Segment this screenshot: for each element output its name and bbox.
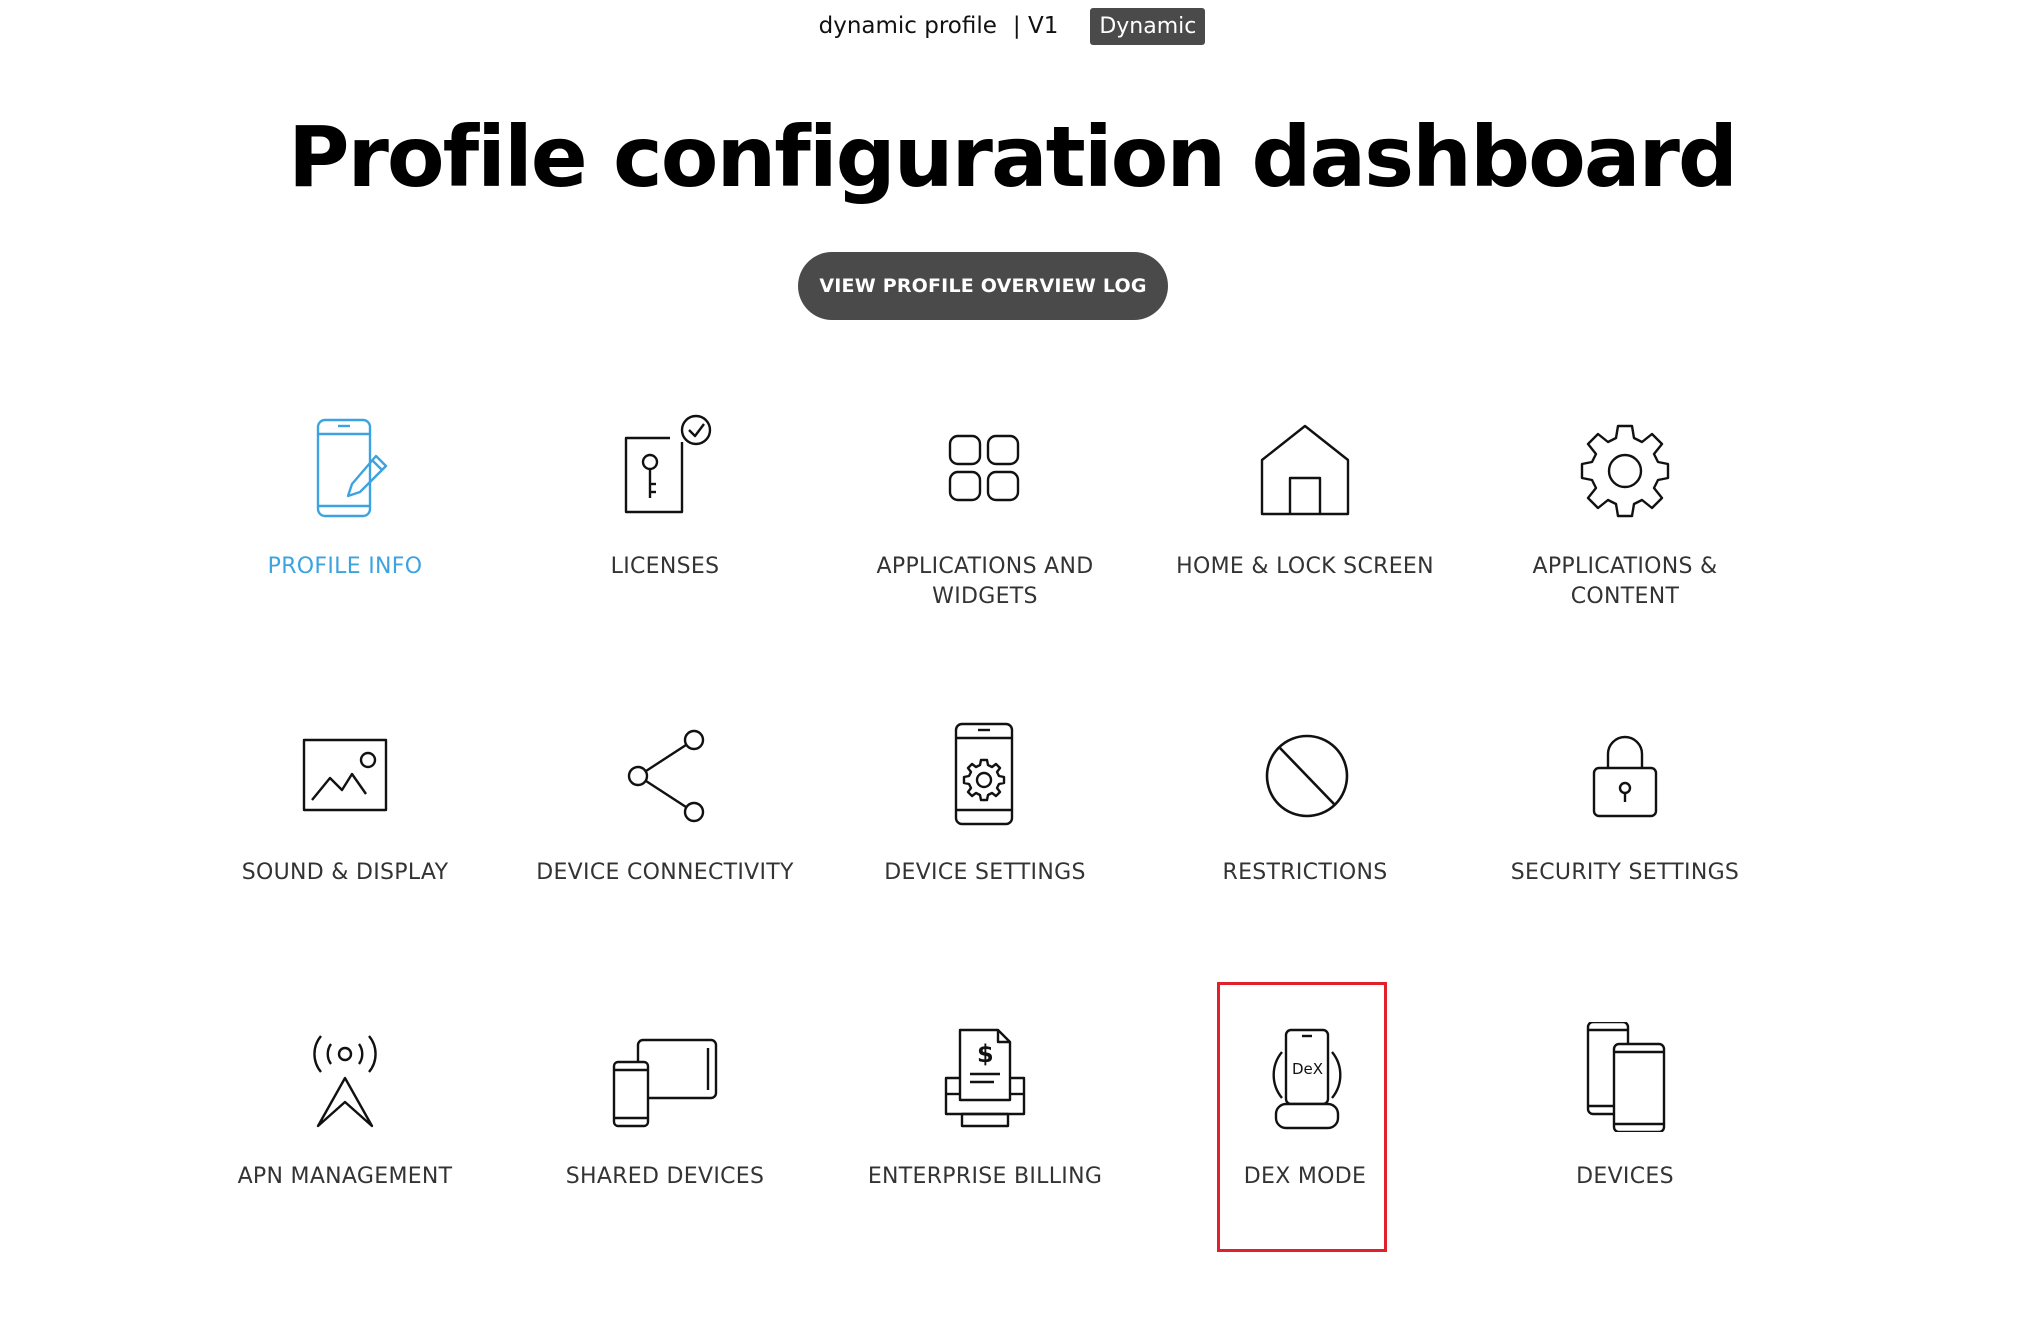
lock-icon xyxy=(1592,735,1658,818)
profile-name: dynamic profile xyxy=(818,13,997,39)
antenna-icon xyxy=(313,1035,377,1128)
tile-restrictions[interactable]: RESTRICTIONS xyxy=(1155,718,1455,888)
tile-label: DEVICES xyxy=(1576,1164,1674,1189)
tile-profile-info[interactable]: PROFILE INFO xyxy=(195,412,495,582)
tile-label: SECURITY SETTINGS xyxy=(1510,860,1740,885)
tile-home-lock-screen[interactable]: HOME & LOCK SCREEN xyxy=(1155,412,1455,582)
apps-grid-icon xyxy=(948,434,1020,502)
license-key-icon xyxy=(624,414,712,514)
tile-device-connectivity[interactable]: DEVICE CONNECTIVITY xyxy=(515,718,815,888)
devices-icon xyxy=(1586,1022,1666,1132)
tile-label: SOUND & DISPLAY xyxy=(241,860,449,885)
tile-shared-devices[interactable]: SHARED DEVICES xyxy=(515,1022,815,1192)
tile-device-settings[interactable]: DEVICE SETTINGS xyxy=(835,718,1135,888)
phone-edit-icon xyxy=(316,418,388,518)
tile-label: DEVICE CONNECTIVITY xyxy=(536,860,794,885)
home-icon xyxy=(1260,424,1350,516)
tile-label: DEVICE SETTINGS xyxy=(884,860,1086,885)
tile-label: SHARED DEVICES xyxy=(565,1164,765,1189)
selection-highlight xyxy=(1217,982,1387,1252)
tile-label: LICENSES xyxy=(610,554,720,579)
tile-label: HOME & LOCK SCREEN xyxy=(1176,554,1434,579)
tile-enterprise-billing[interactable]: $ ENTERPRISE BILLING xyxy=(835,1022,1135,1192)
tile-sound-display[interactable]: SOUND & DISPLAY xyxy=(195,718,495,888)
tile-label: APN MANAGEMENT xyxy=(237,1164,453,1189)
page-title: Profile configuration dashboard xyxy=(287,108,1738,206)
tile-label: APPLICATIONS & CONTENT xyxy=(1532,554,1718,609)
tile-applications-content[interactable]: APPLICATIONS & CONTENT xyxy=(1475,412,1775,612)
profile-type-badge: Dynamic xyxy=(1090,7,1206,45)
share-icon xyxy=(627,729,705,823)
tile-label: ENTERPRISE BILLING xyxy=(867,1164,1103,1189)
gear-icon xyxy=(1580,424,1670,518)
billing-icon: $ xyxy=(944,1028,1026,1128)
tile-applications-and-widgets[interactable]: APPLICATIONS AND WIDGETS xyxy=(835,412,1135,612)
view-profile-overview-log-button[interactable]: VIEW PROFILE OVERVIEW LOG xyxy=(798,252,1168,320)
phone-settings-icon xyxy=(954,722,1014,826)
tile-devices[interactable]: DEVICES xyxy=(1475,1022,1775,1192)
profile-version: | V1 xyxy=(1012,13,1059,39)
tile-label: APPLICATIONS AND WIDGETS xyxy=(876,554,1094,609)
svg-text:$: $ xyxy=(977,1040,994,1068)
image-icon xyxy=(302,738,388,812)
tile-security-settings[interactable]: SECURITY SETTINGS xyxy=(1475,718,1775,888)
tile-apn-management[interactable]: APN MANAGEMENT xyxy=(195,1022,495,1192)
tile-licenses[interactable]: LICENSES xyxy=(515,412,815,582)
tile-label: PROFILE INFO xyxy=(267,554,423,579)
shared-devices-icon xyxy=(612,1038,718,1128)
prohibited-icon xyxy=(1265,734,1349,818)
header: dynamic profile | V1 Dynamic xyxy=(0,4,2024,48)
tile-label: RESTRICTIONS xyxy=(1222,860,1388,885)
